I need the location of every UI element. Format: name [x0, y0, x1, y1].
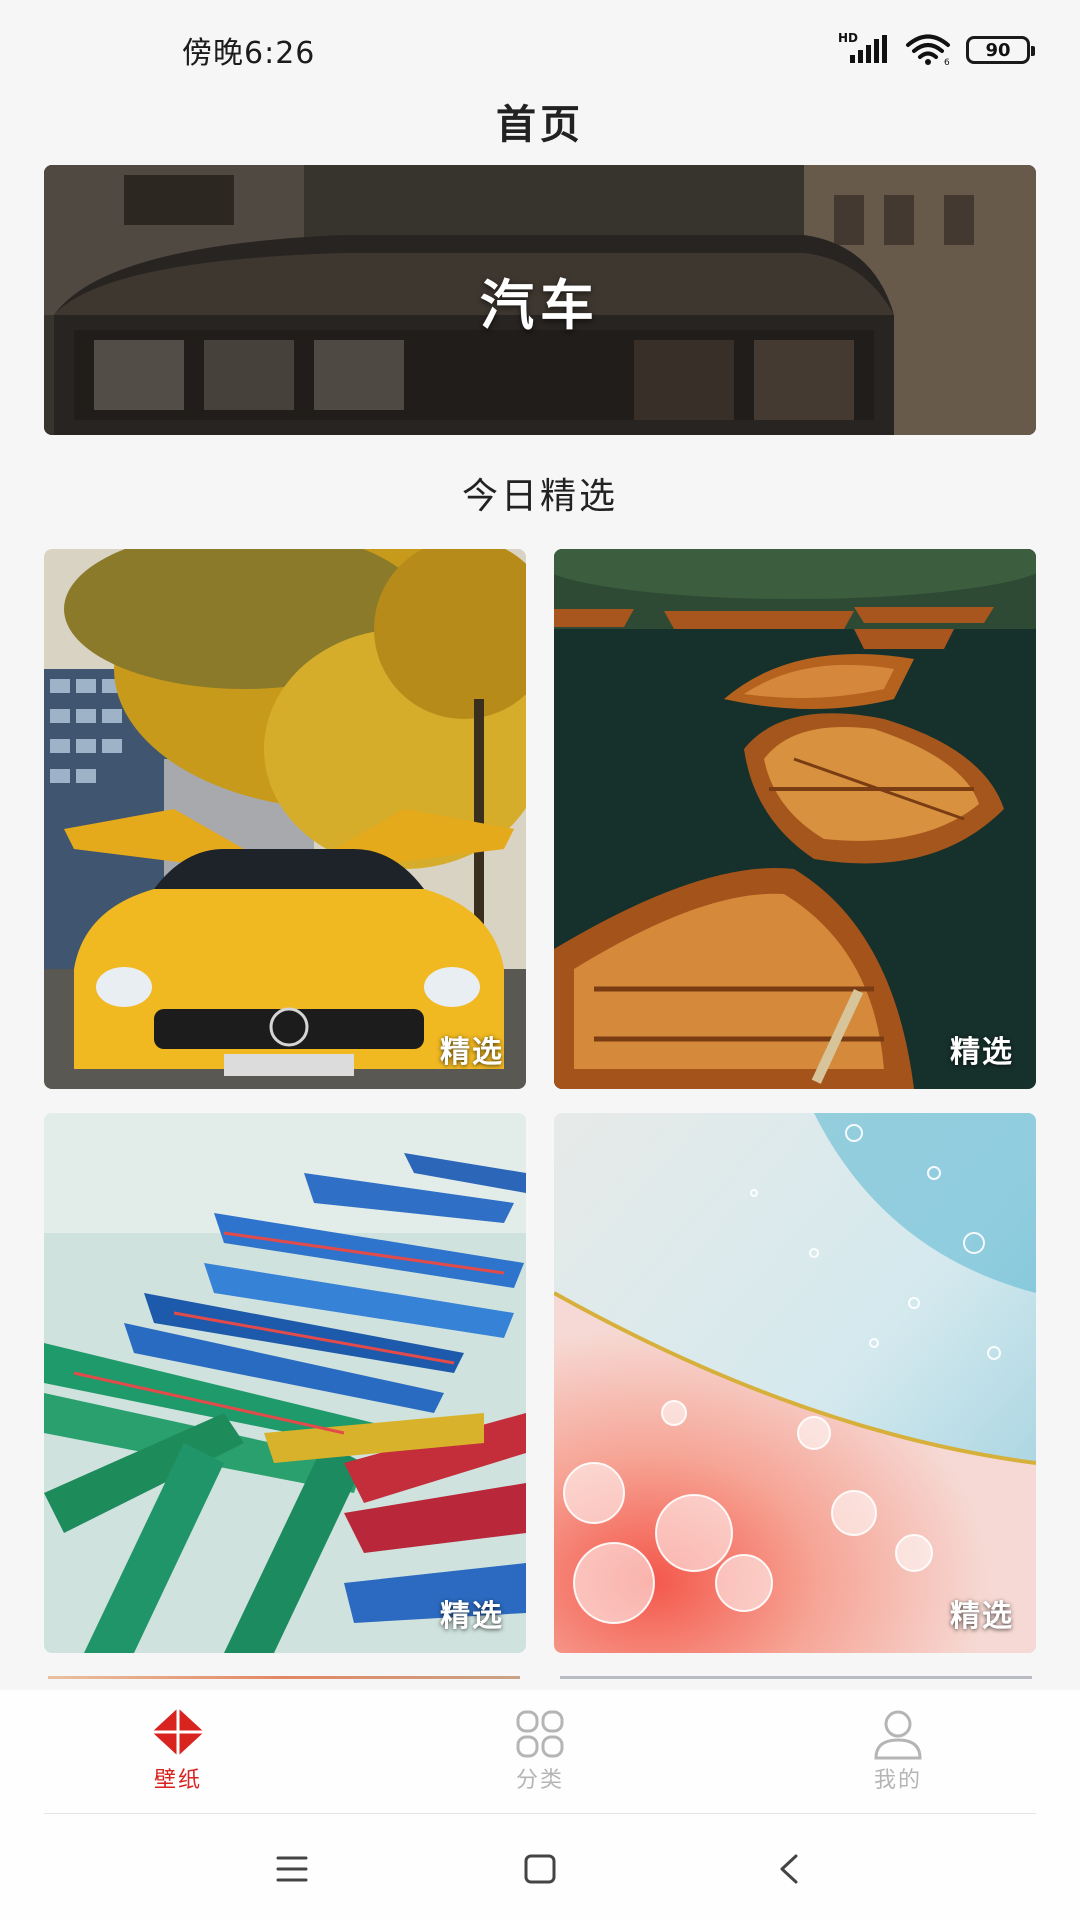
- back-icon[interactable]: [770, 1852, 810, 1886]
- nav-label: 分类: [515, 1768, 564, 1793]
- nav-item-wallpaper[interactable]: 壁纸: [78, 1708, 278, 1808]
- status-bar: 傍晚6:26 HD 6 90: [0, 0, 1080, 100]
- nav-item-mine[interactable]: 我的: [798, 1708, 998, 1808]
- wallpaper-image-wooden-boats: [554, 549, 1036, 1089]
- page-title: 首页: [496, 102, 584, 148]
- screen: 傍晚6:26 HD 6 90 首页 汽车 今日精选 精选 精选 精选 精选 壁纸…: [0, 0, 1080, 1920]
- wallpaper-image-colorful-boats: [44, 1113, 526, 1653]
- featured-tag: 精选: [950, 1599, 1014, 1634]
- bottom-nav: 壁纸 分类 我的: [0, 1690, 1080, 1814]
- wallpaper-card[interactable]: 精选: [554, 549, 1036, 1089]
- nav-label: 壁纸: [153, 1768, 202, 1793]
- wallpaper-card[interactable]: 精选: [44, 1113, 526, 1653]
- wallpaper-card[interactable]: 精选: [44, 549, 526, 1089]
- featured-tag: 精选: [440, 1599, 504, 1634]
- nav-label: 我的: [873, 1768, 922, 1793]
- featured-tag: 精选: [440, 1035, 504, 1070]
- network-label: HD: [838, 31, 859, 45]
- next-card-edge: [48, 1676, 520, 1679]
- system-nav-bar: [0, 1814, 1080, 1920]
- menu-icon[interactable]: [272, 1852, 312, 1886]
- battery-icon: 90: [966, 36, 1035, 64]
- home-icon[interactable]: [520, 1852, 560, 1886]
- signal-icon: HD: [838, 31, 890, 65]
- banner-label: 汽车: [480, 273, 600, 337]
- wallpaper-image-bubbles: [554, 1113, 1036, 1653]
- profile-icon: [868, 1708, 928, 1760]
- next-card-edge: [560, 1676, 1032, 1679]
- featured-tag: 精选: [950, 1035, 1014, 1070]
- category-icon: [510, 1708, 570, 1760]
- nav-item-category[interactable]: 分类: [440, 1708, 640, 1808]
- wallpaper-icon: [148, 1708, 208, 1760]
- section-title: 今日精选: [461, 476, 618, 517]
- status-time: 傍晚6:26: [182, 36, 316, 71]
- battery-level: 90: [985, 39, 1011, 61]
- category-banner[interactable]: 汽车: [44, 165, 1036, 435]
- wallpaper-card[interactable]: 精选: [554, 1113, 1036, 1653]
- svg-text:6: 6: [944, 58, 950, 66]
- status-icons: HD 6 90: [838, 31, 1035, 68]
- wifi-icon: 6: [906, 34, 950, 66]
- wallpaper-image-yellow-car: [44, 549, 526, 1089]
